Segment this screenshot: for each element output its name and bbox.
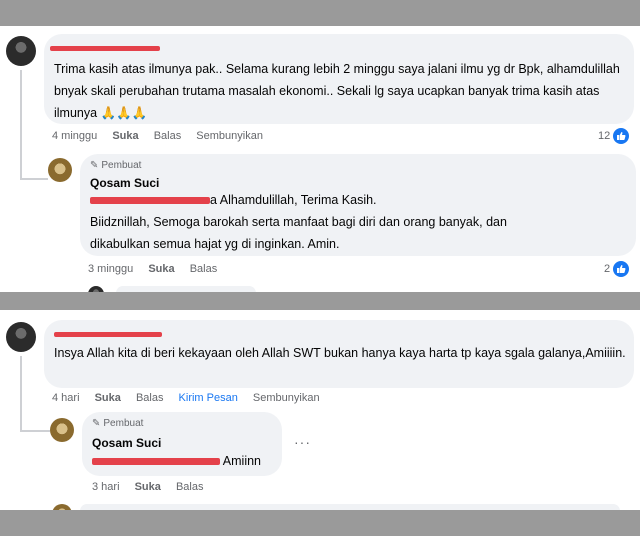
pencil-icon: ✎ [92, 418, 101, 429]
reply-actions: 3 hari Suka Balas [92, 481, 215, 493]
like-icon [613, 261, 630, 277]
redacted-commenter-name[interactable] [50, 46, 160, 51]
commenter-avatar[interactable] [6, 322, 36, 352]
top-letterbox [0, 0, 640, 26]
like-button[interactable]: Suka [95, 392, 121, 404]
comment-time[interactable]: 4 minggu [52, 130, 97, 142]
send-message-button[interactable]: Kirim Pesan [179, 392, 238, 404]
reply-line-1: a Alhamdulillah, Terima Kasih. [210, 193, 377, 207]
author-badge: ✎ Pembuat [90, 160, 142, 171]
hide-button[interactable]: Sembunyikan [196, 130, 263, 142]
reply-time[interactable]: 3 hari [92, 481, 120, 493]
reaction-count: 12 [598, 130, 611, 142]
reply-button[interactable]: Balas [136, 392, 164, 404]
reply-text-suffix: Amiinn [222, 454, 262, 468]
commenter-avatar[interactable] [6, 36, 36, 66]
hide-button[interactable]: Sembunyikan [253, 392, 320, 404]
reply-line-3: dikabulkan semua hajat yg di inginkan. A… [90, 237, 340, 251]
reply-button[interactable]: Balas [190, 263, 218, 275]
author-avatar[interactable] [50, 418, 74, 442]
thread-connector [20, 178, 48, 180]
redacted-mention[interactable] [92, 458, 220, 466]
like-button[interactable]: Suka [148, 263, 174, 275]
like-button[interactable]: Suka [112, 130, 138, 142]
author-avatar[interactable] [48, 158, 72, 182]
comment-actions: 4 minggu Suka Balas Sembunyikan [52, 130, 275, 142]
comment-panel-2: Insya Allah kita di beri kekayaan oleh A… [0, 310, 640, 510]
reply-actions: 3 minggu Suka Balas [88, 263, 229, 275]
redacted-mention[interactable] [90, 197, 210, 205]
thread-line [20, 356, 22, 432]
reaction-count: 2 [604, 263, 611, 275]
comment-panel-1: Trima kasih atas ilmunya pak.. Selama ku… [0, 26, 640, 292]
comment-bubble: Insya Allah kita di beri kekayaan oleh A… [44, 320, 634, 388]
reaction-summary[interactable]: 2 [604, 261, 630, 277]
reaction-summary[interactable]: 12 [598, 128, 630, 144]
reply-text: a Alhamdulillah, Terima Kasih. Biidznill… [90, 189, 630, 255]
reply-bubble: ✎ Pembuat Qosam Suci Amiinn [82, 412, 282, 476]
reply-button[interactable]: Balas [154, 130, 182, 142]
reply-author-name[interactable]: Qosam Suci [90, 176, 159, 190]
more-options-icon[interactable]: ··· [294, 434, 311, 450]
reply-author-name[interactable]: Qosam Suci [92, 436, 161, 450]
like-icon [613, 128, 630, 144]
reply-bubble: ✎ Pembuat Qosam Suci a Alhamdulillah, Ter… [80, 154, 636, 256]
pencil-icon: ✎ [90, 160, 99, 171]
reply-text: Amiinn [92, 450, 278, 472]
comment-text: Insya Allah kita di beri kekayaan oleh A… [54, 346, 626, 360]
like-button[interactable]: Suka [135, 481, 161, 493]
thread-connector [20, 430, 50, 432]
comment-bubble: Trima kasih atas ilmunya pak.. Selama ku… [44, 34, 634, 124]
thread-line [20, 70, 22, 180]
reply-button[interactable]: Balas [176, 481, 204, 493]
reply-line-2: Biidznillah, Semoga barokah serta manfaa… [90, 215, 507, 229]
comment-actions: 4 hari Suka Balas Kirim Pesan Sembunyika… [52, 392, 332, 404]
reply-time[interactable]: 3 minggu [88, 263, 133, 275]
author-badge: ✎ Pembuat [92, 418, 144, 429]
redacted-commenter-name[interactable] [54, 332, 162, 337]
middle-separator [0, 292, 640, 310]
comment-text: Trima kasih atas ilmunya pak.. Selama ku… [54, 62, 620, 120]
comment-time[interactable]: 4 hari [52, 392, 80, 404]
bottom-letterbox [0, 510, 640, 536]
